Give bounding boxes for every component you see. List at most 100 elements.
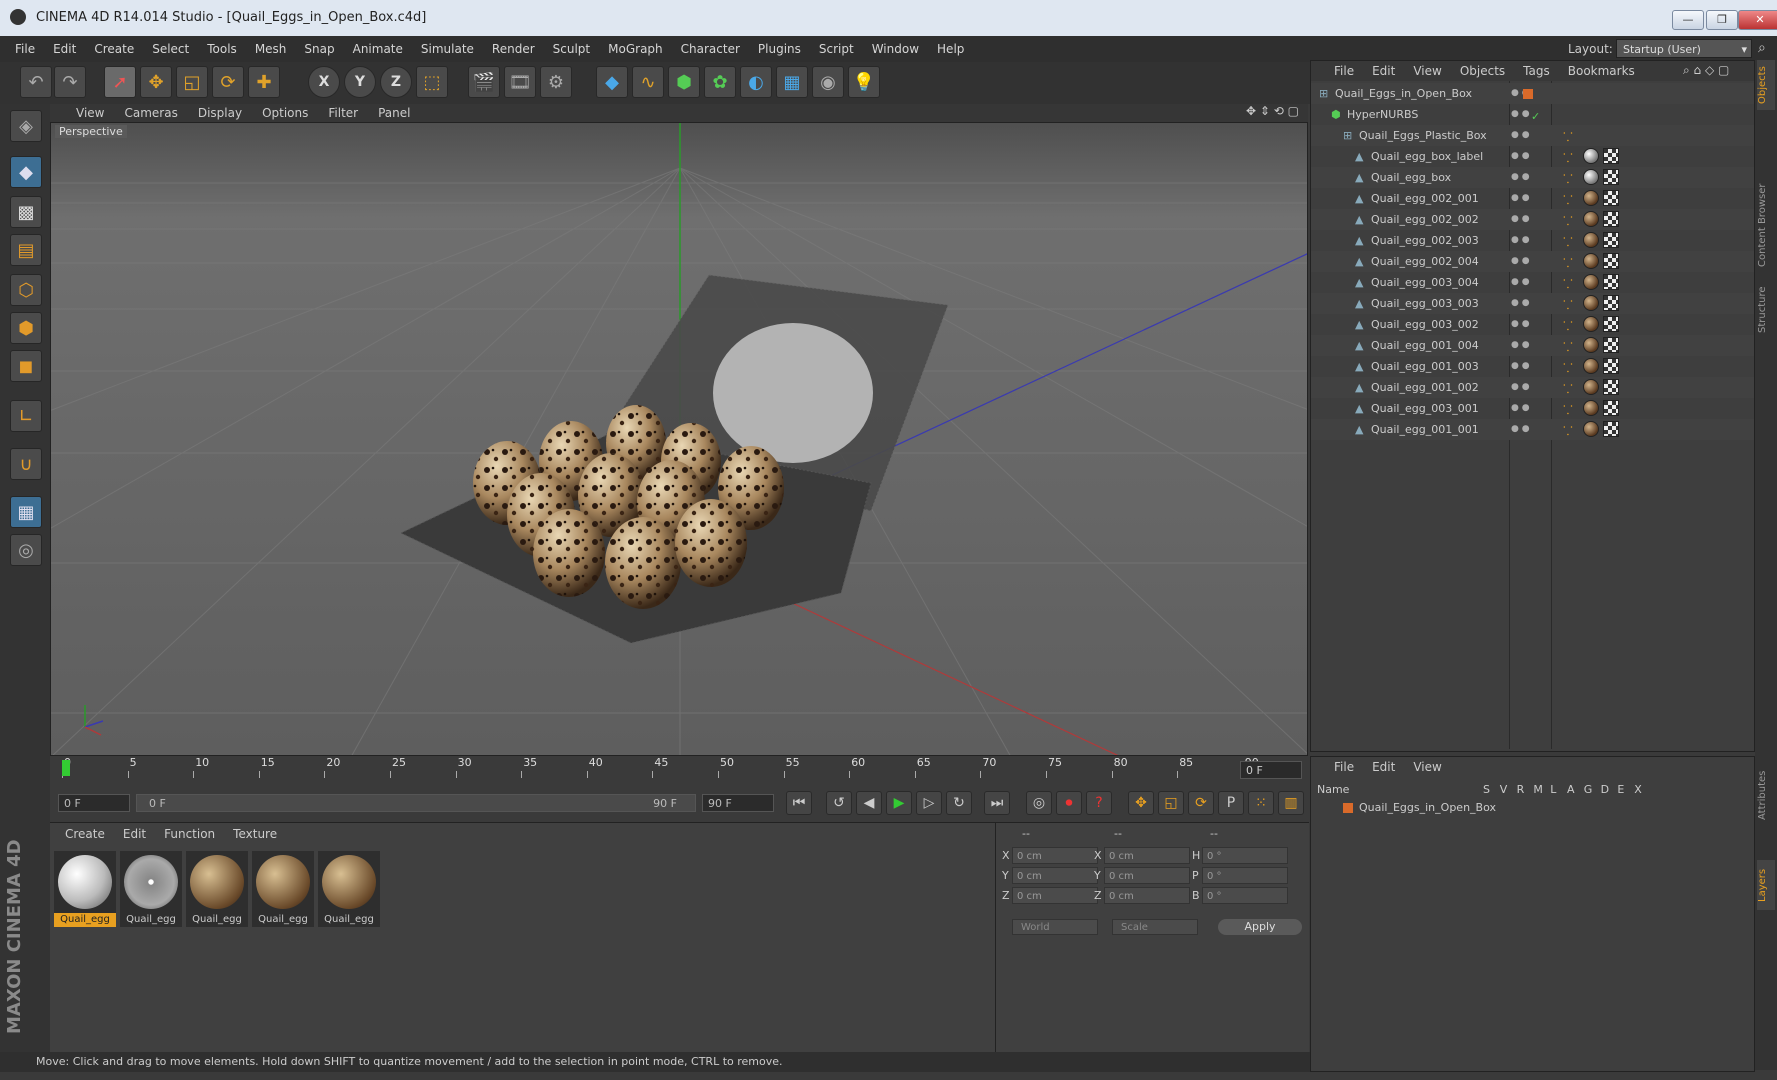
coord-value-field[interactable]: 0 cm bbox=[1012, 847, 1098, 864]
object-menu-bookmarks[interactable]: Bookmarks bbox=[1559, 61, 1644, 81]
next-frame-icon[interactable]: ▷ bbox=[916, 791, 942, 815]
maximize-button[interactable]: ❐ bbox=[1706, 10, 1738, 30]
visibility-dots[interactable]: ● ● bbox=[1511, 125, 1533, 146]
render-settings-icon[interactable]: ⚙ bbox=[540, 66, 572, 98]
viewport-nav-icons[interactable]: ✥ ⇕ ⟲ ▢ bbox=[1246, 104, 1299, 118]
rotate-icon[interactable]: ⟳ bbox=[212, 66, 244, 98]
frame-range-slider[interactable]: 0 F 90 F bbox=[136, 794, 696, 812]
visibility-dots[interactable]: ● ● bbox=[1511, 230, 1533, 251]
coord-value-field[interactable]: 0 ° bbox=[1202, 847, 1288, 864]
object-menu-tags[interactable]: Tags bbox=[1514, 61, 1559, 81]
uvw-tag-icon[interactable] bbox=[1603, 400, 1619, 416]
material-tag-icon[interactable] bbox=[1583, 421, 1599, 437]
key-param-icon[interactable]: P bbox=[1218, 791, 1244, 815]
menu-file[interactable]: File bbox=[6, 36, 44, 62]
visibility-dots[interactable]: ● ● bbox=[1511, 356, 1533, 377]
next-key-icon[interactable]: ↻ bbox=[946, 791, 972, 815]
uvw-tag-icon[interactable] bbox=[1603, 253, 1619, 269]
coord-value-field[interactable]: 0 ° bbox=[1202, 887, 1288, 904]
uvw-tag-icon[interactable] bbox=[1603, 421, 1619, 437]
uvw-tag-icon[interactable] bbox=[1603, 232, 1619, 248]
layer-row[interactable]: Quail_Eggs_in_Open_Box bbox=[1317, 799, 1747, 817]
visibility-dots[interactable]: ● ● bbox=[1511, 398, 1533, 419]
material-menu-function[interactable]: Function bbox=[155, 823, 224, 845]
object-tree-row[interactable]: ▲ Quail_egg_001_003 ● ● ⸪ bbox=[1311, 356, 1754, 377]
menu-mesh[interactable]: Mesh bbox=[246, 36, 296, 62]
object-name[interactable]: Quail_egg_003_003 bbox=[1371, 293, 1479, 314]
make-editable-icon[interactable]: ◈ bbox=[10, 110, 42, 142]
material-tag-icon[interactable] bbox=[1583, 274, 1599, 290]
visibility-dots[interactable]: ● ● bbox=[1511, 188, 1533, 209]
menu-script[interactable]: Script bbox=[810, 36, 863, 62]
material-tag-icon[interactable] bbox=[1583, 232, 1599, 248]
key-scale-icon[interactable]: ◱ bbox=[1158, 791, 1184, 815]
uvw-tag-icon[interactable] bbox=[1603, 379, 1619, 395]
coord-value-field[interactable]: 0 cm bbox=[1012, 867, 1098, 884]
uvw-tag-icon[interactable] bbox=[1603, 190, 1619, 206]
go-to-end-icon[interactable]: ⏭ bbox=[984, 791, 1010, 815]
render-view-icon[interactable]: 🎬 bbox=[468, 66, 500, 98]
object-tree-row[interactable]: ⬢ HyperNURBS ● ● ✓ bbox=[1311, 104, 1754, 125]
menu-window[interactable]: Window bbox=[863, 36, 928, 62]
end-frame-field[interactable]: 90 F bbox=[702, 794, 774, 812]
visibility-dots[interactable]: ● ● bbox=[1511, 146, 1533, 167]
coord-value-field[interactable]: 0 cm bbox=[1104, 867, 1190, 884]
material-tag-icon[interactable] bbox=[1583, 253, 1599, 269]
object-tree-row[interactable]: ▲ Quail_egg_002_002 ● ● ⸪ bbox=[1311, 209, 1754, 230]
visibility-dots[interactable]: ● ● bbox=[1511, 314, 1533, 335]
viewport-perspective[interactable]: Perspective bbox=[50, 122, 1308, 756]
layer-menu-file[interactable]: File bbox=[1325, 757, 1363, 777]
coord-value-field[interactable]: 0 cm bbox=[1104, 887, 1190, 904]
material-swatch[interactable]: Quail_egg bbox=[186, 851, 248, 927]
light-icon[interactable]: 💡 bbox=[848, 66, 880, 98]
model-mode-icon[interactable]: ◆ bbox=[10, 156, 42, 188]
prev-key-icon[interactable]: ↺ bbox=[826, 791, 852, 815]
current-frame-marker[interactable] bbox=[62, 760, 70, 776]
menu-sculpt[interactable]: Sculpt bbox=[544, 36, 599, 62]
material-swatch[interactable]: Quail_egg bbox=[120, 851, 182, 927]
object-tree-row[interactable]: ▲ Quail_egg_002_001 ● ● ⸪ bbox=[1311, 188, 1754, 209]
object-menu-objects[interactable]: Objects bbox=[1451, 61, 1514, 81]
menu-help[interactable]: Help bbox=[928, 36, 973, 62]
object-tree-row[interactable]: ▲ Quail_egg_001_001 ● ● ⸪ bbox=[1311, 419, 1754, 440]
material-tag-icon[interactable] bbox=[1583, 400, 1599, 416]
uvw-tag-icon[interactable] bbox=[1603, 274, 1619, 290]
go-to-start-icon[interactable]: ⏮ bbox=[786, 791, 812, 815]
menu-animate[interactable]: Animate bbox=[344, 36, 412, 62]
autokey-icon[interactable]: ⏺ bbox=[1056, 791, 1082, 815]
coordinate-system-icon[interactable]: ⬚ bbox=[416, 66, 448, 98]
coord-value-field[interactable]: 0 cm bbox=[1012, 887, 1098, 904]
redo-icon[interactable]: ↷ bbox=[54, 66, 86, 98]
object-tree-row[interactable]: ▲ Quail_egg_003_003 ● ● ⸪ bbox=[1311, 293, 1754, 314]
scale-select[interactable]: Scale bbox=[1112, 919, 1198, 935]
object-name[interactable]: Quail_egg_001_003 bbox=[1371, 356, 1479, 377]
object-name[interactable]: Quail_egg_001_002 bbox=[1371, 377, 1479, 398]
uvw-tag-icon[interactable] bbox=[1603, 337, 1619, 353]
visibility-dots[interactable]: ● ● bbox=[1511, 272, 1533, 293]
tab-objects[interactable]: Objects bbox=[1757, 60, 1775, 110]
visibility-dots[interactable]: ● ● bbox=[1511, 251, 1533, 272]
workplane-icon[interactable]: ▤ bbox=[10, 234, 42, 266]
object-tree-row[interactable]: ⊞ Quail_Eggs_in_Open_Box ● ● bbox=[1311, 83, 1754, 104]
minimize-button[interactable]: — bbox=[1672, 10, 1704, 30]
current-frame-field[interactable]: 0 F bbox=[1240, 761, 1302, 779]
menu-character[interactable]: Character bbox=[672, 36, 749, 62]
object-name[interactable]: Quail_Eggs_Plastic_Box bbox=[1359, 125, 1487, 146]
viewport-menu-options[interactable]: Options bbox=[252, 104, 318, 122]
uvw-tag-icon[interactable] bbox=[1603, 358, 1619, 374]
material-tag-icon[interactable] bbox=[1583, 358, 1599, 374]
tab-structure[interactable]: Structure bbox=[1757, 280, 1775, 340]
layer-menu-view[interactable]: View bbox=[1404, 757, 1450, 777]
object-name[interactable]: Quail_egg_001_004 bbox=[1371, 335, 1479, 356]
object-name[interactable]: Quail_egg_003_001 bbox=[1371, 398, 1479, 419]
coord-value-field[interactable]: 0 ° bbox=[1202, 867, 1288, 884]
menu-plugins[interactable]: Plugins bbox=[749, 36, 810, 62]
key-position-icon[interactable]: ✥ bbox=[1128, 791, 1154, 815]
viewport-menu-filter[interactable]: Filter bbox=[318, 104, 368, 122]
menu-edit[interactable]: Edit bbox=[44, 36, 85, 62]
menu-mograph[interactable]: MoGraph bbox=[599, 36, 672, 62]
nurbs-icon[interactable]: ⬢ bbox=[668, 66, 700, 98]
material-tag-icon[interactable] bbox=[1583, 148, 1599, 164]
material-tag-icon[interactable] bbox=[1583, 169, 1599, 185]
undo-icon[interactable]: ↶ bbox=[20, 66, 52, 98]
